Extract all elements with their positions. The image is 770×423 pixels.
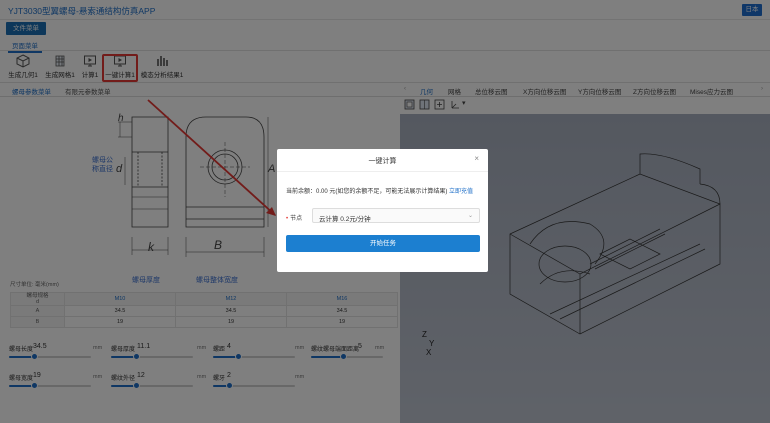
balance-text: 当前余额：0.00 元(如您的余额不足，可能无法展示计算结果) 立即充值 xyxy=(286,186,473,195)
node-select[interactable]: 云计算 0.2元/分钟 ⌄ xyxy=(312,208,480,223)
app-window: YJT3030型翼螺母-悬索通结构仿真APP 日本 文件菜单 页面菜单 生成几何… xyxy=(0,0,770,423)
dialog-divider xyxy=(277,171,488,172)
required-marker: • xyxy=(286,216,289,222)
balance-message: 当前余额：0.00 元(如您的余额不足，可能无法展示计算结果) xyxy=(286,189,448,195)
dialog-title: 一键计算 xyxy=(368,158,397,165)
recharge-link[interactable]: 立即充值 xyxy=(449,189,473,195)
chevron-down-icon: ⌄ xyxy=(467,213,473,219)
close-icon[interactable]: × xyxy=(474,154,479,163)
node-label: • 节点 xyxy=(286,213,302,222)
node-select-value: 云计算 0.2元/分钟 xyxy=(319,216,371,223)
start-task-button[interactable]: 开始任务 xyxy=(286,235,480,252)
node-label-text: 节点 xyxy=(290,216,303,222)
one-click-compute-dialog: 一键计算 × 当前余额：0.00 元(如您的余额不足，可能无法展示计算结果) 立… xyxy=(277,149,488,272)
